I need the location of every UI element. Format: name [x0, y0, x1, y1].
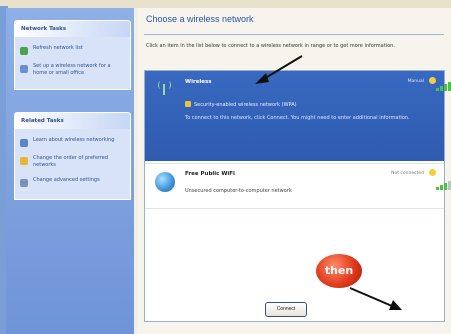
annotation-arrows	[255, 55, 402, 310]
wireless-network-window: Network Tasks Refresh network list Set u…	[0, 0, 451, 334]
arrow-to-network	[261, 55, 303, 81]
arrow-head-network	[255, 73, 269, 84]
arrow-to-connect	[349, 287, 393, 307]
